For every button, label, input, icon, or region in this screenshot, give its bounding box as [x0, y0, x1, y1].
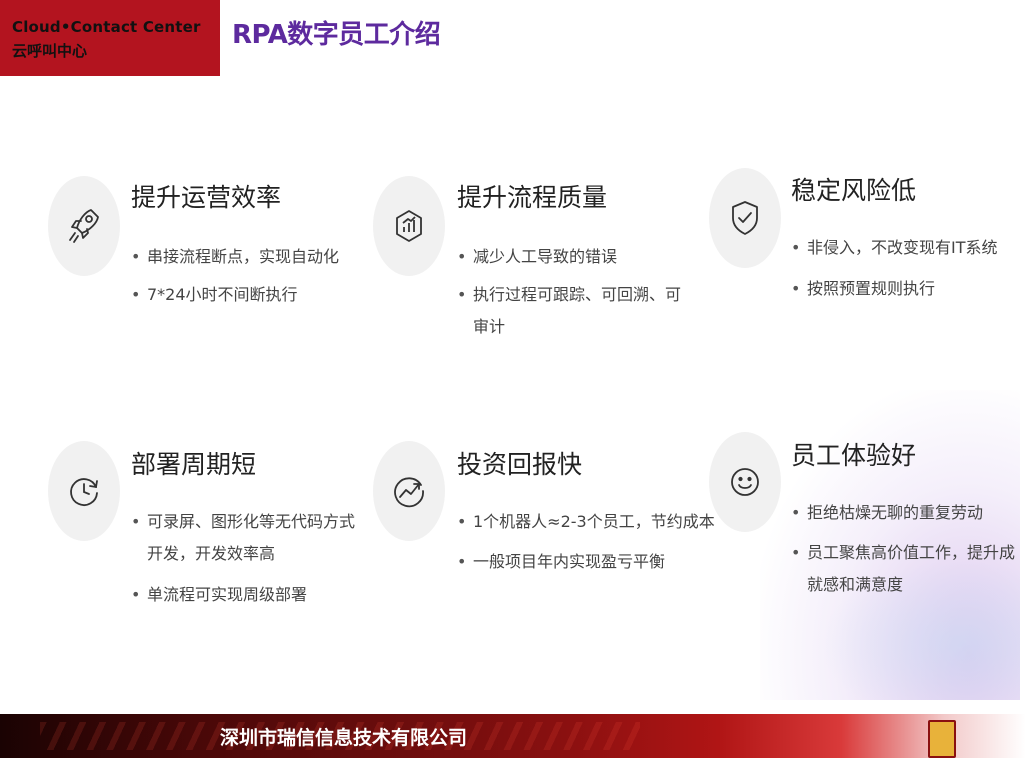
trend-up-icon: [373, 441, 445, 541]
list-item: 员工聚焦高价值工作，提升成: [791, 537, 1015, 569]
list-item: 执行过程可跟踪、可回溯、可: [457, 279, 681, 311]
list-item: 拒绝枯燥无聊的重复劳动: [791, 497, 1015, 529]
card-title-efficiency: 提升运营效率: [131, 183, 282, 212]
card-title-deployment: 部署周期短: [131, 450, 257, 479]
card-bullets-experience: 拒绝枯燥无聊的重复劳动 员工聚焦高价值工作，提升成 就感和满意度: [791, 497, 1015, 601]
lantern-decoration: [928, 720, 956, 758]
list-item: 一般项目年内实现盈亏平衡: [457, 546, 715, 578]
card-bullets-roi: 1个机器人≈2-3个员工，节约成本 一般项目年内实现盈亏平衡: [457, 506, 715, 578]
list-item: 审计: [473, 317, 506, 336]
logo-line-1: Cloud•Contact Center: [12, 18, 201, 36]
clock-icon: [48, 441, 120, 541]
list-item: 串接流程断点，实现自动化: [131, 241, 339, 273]
list-item: 就感和满意度: [807, 575, 904, 594]
list-item: 单流程可实现周级部署: [131, 579, 355, 611]
list-item: 可录屏、图形化等无代码方式: [131, 506, 355, 538]
card-bullets-deployment: 可录屏、图形化等无代码方式 开发，开发效率高 单流程可实现周级部署: [131, 506, 355, 611]
card-title-roi: 投资回报快: [457, 450, 583, 479]
card-title-risk: 稳定风险低: [791, 176, 917, 205]
list-item: 非侵入，不改变现有IT系统: [791, 232, 998, 264]
list-item: 开发，开发效率高: [147, 544, 276, 563]
list-item: 7*24小时不间断执行: [131, 279, 339, 311]
card-title-experience: 员工体验好: [791, 441, 917, 470]
card-bullets-efficiency: 串接流程断点，实现自动化 7*24小时不间断执行: [131, 241, 339, 311]
company-name: 深圳市瑞信信息技术有限公司: [220, 727, 468, 749]
chart-badge-icon: [373, 176, 445, 276]
page-title: RPA数字员工介绍: [232, 20, 441, 50]
shield-check-icon: [709, 168, 781, 268]
list-item: 减少人工导致的错误: [457, 241, 681, 273]
smile-icon: [709, 432, 781, 532]
card-bullets-quality: 减少人工导致的错误 执行过程可跟踪、可回溯、可 审计: [457, 241, 681, 343]
footer-banner: 深圳市瑞信信息技术有限公司: [0, 714, 1026, 758]
rocket-icon: [48, 176, 120, 276]
card-bullets-risk: 非侵入，不改变现有IT系统 按照预置规则执行: [791, 232, 998, 305]
list-item: 按照预置规则执行: [791, 273, 998, 305]
card-title-quality: 提升流程质量: [457, 183, 608, 212]
logo-line-2: 云呼叫中心: [12, 42, 88, 60]
list-item: 1个机器人≈2-3个员工，节约成本: [457, 506, 715, 538]
brand-logo: Cloud•Contact Center 云呼叫中心: [0, 0, 220, 76]
